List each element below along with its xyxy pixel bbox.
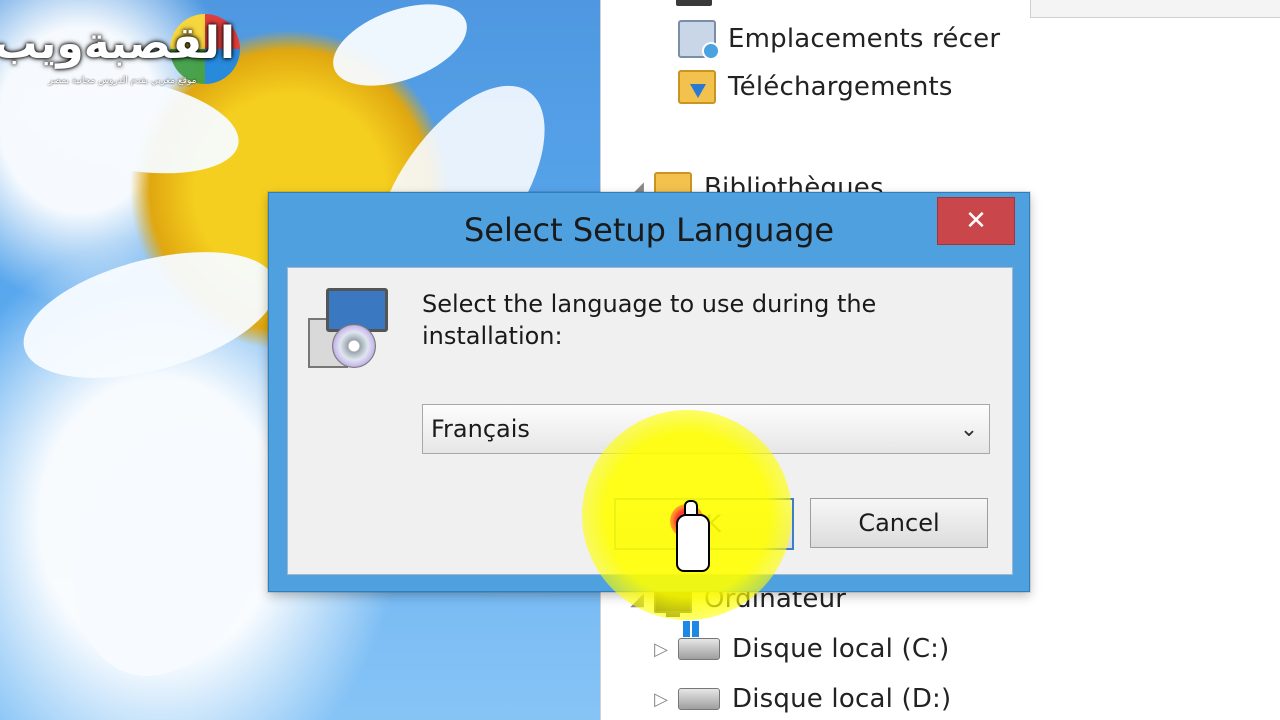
nav-item-label: Emplacements récer: [728, 24, 1001, 54]
nav-item-recent-places[interactable]: Emplacements récer: [678, 20, 1001, 60]
folder-icon-partial: [676, 0, 712, 6]
cursor-hand: [676, 514, 710, 572]
flower-petal: [10, 228, 290, 402]
hand-cursor-icon: [676, 500, 710, 574]
nav-item-downloads[interactable]: Téléchargements: [678, 70, 953, 104]
cancel-button[interactable]: Cancel: [810, 498, 988, 548]
collapse-chevron-icon[interactable]: ▷: [652, 639, 670, 660]
close-button[interactable]: ✕: [937, 197, 1015, 245]
downloads-folder-icon: [678, 70, 716, 104]
nav-item-disk-d[interactable]: ▷ Disque local (D:): [652, 684, 951, 714]
recent-places-icon: [678, 20, 720, 60]
logo-text: القصبةويب: [0, 18, 235, 69]
nav-item-disk-c[interactable]: ▷ Disque local (C:): [652, 621, 950, 664]
watermark-logo: القصبةويب موقع مغربي يقدم الدروس مجانية …: [0, 8, 240, 88]
close-icon: ✕: [965, 206, 987, 236]
prompt-line-1: Select the language to use during the: [422, 290, 877, 318]
chevron-down-icon[interactable]: ⌄: [949, 417, 989, 442]
nav-item-label: Téléchargements: [728, 72, 953, 102]
flower-petal: [322, 0, 478, 102]
cd-icon: [332, 324, 376, 368]
collapse-chevron-icon[interactable]: ▷: [652, 689, 670, 710]
explorer-item-partial[interactable]: [1030, 0, 1280, 18]
nav-item-label: Disque local (C:): [732, 634, 950, 664]
dialog-title: Select Setup Language: [463, 211, 835, 249]
setup-installer-icon: [308, 288, 388, 368]
dialog-prompt: Select the language to use during the in…: [422, 288, 942, 352]
nav-item-label: Disque local (D:): [732, 684, 952, 714]
local-disk-c-icon: [678, 621, 720, 660]
logo-tagline: موقع مغربي يقدم الدروس مجانية بمصر: [48, 76, 197, 86]
local-disk-d-icon: [678, 688, 720, 710]
prompt-line-2: installation:: [422, 322, 563, 350]
flower-petal: [40, 397, 300, 703]
